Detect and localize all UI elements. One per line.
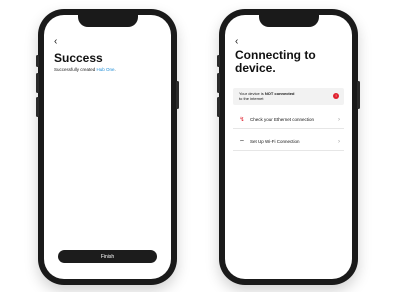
notch xyxy=(258,15,319,27)
list-item-wifi[interactable]: ⌔ Set Up Wi-Fi Connection › xyxy=(233,133,344,151)
hub-link[interactable]: Hub One xyxy=(97,67,115,72)
connection-status-banner: Your device is NOT connected to the inte… xyxy=(233,88,344,105)
page-title: Connecting to device. xyxy=(235,48,316,75)
side-button xyxy=(217,55,220,67)
alert-icon: ! xyxy=(333,93,339,99)
status-text: Your device is NOT connected to the inte… xyxy=(239,91,294,101)
status-suffix: to the internet xyxy=(239,96,264,101)
status-bold: NOT connected xyxy=(264,91,295,96)
chevron-right-icon: › xyxy=(338,138,340,145)
side-button xyxy=(217,73,220,93)
side-button xyxy=(217,97,220,117)
list-item-label: Set Up Wi-Fi Connection xyxy=(250,139,300,144)
side-button xyxy=(36,73,39,93)
notch xyxy=(77,15,138,27)
phone-connecting: ‹ Connecting to device. Your device is N… xyxy=(217,9,360,285)
success-screen: ‹ Success Successfully created Hub One. … xyxy=(44,15,171,279)
back-chevron-icon[interactable]: ‹ xyxy=(54,37,57,47)
ethernet-icon: ↯ xyxy=(239,117,245,123)
side-button xyxy=(176,81,179,109)
page-title: Success xyxy=(54,51,103,65)
connecting-screen: ‹ Connecting to device. Your device is N… xyxy=(225,15,352,279)
back-chevron-icon[interactable]: ‹ xyxy=(235,37,238,47)
list-item-label: Check your Ethernet connection xyxy=(250,117,315,122)
phone-success: ‹ Success Successfully created Hub One. … xyxy=(36,9,179,285)
side-button xyxy=(36,55,39,67)
side-button xyxy=(357,81,360,109)
success-message: Successfully created Hub One. xyxy=(54,67,116,72)
list-item-ethernet[interactable]: ↯ Check your Ethernet connection › xyxy=(233,111,344,129)
success-message-end: . xyxy=(114,67,116,72)
side-button xyxy=(36,97,39,117)
chevron-right-icon: › xyxy=(338,116,340,123)
success-message-text: Successfully created xyxy=(54,67,97,72)
wifi-icon: ⌔ xyxy=(239,139,245,146)
finish-button[interactable]: Finish xyxy=(58,250,157,263)
